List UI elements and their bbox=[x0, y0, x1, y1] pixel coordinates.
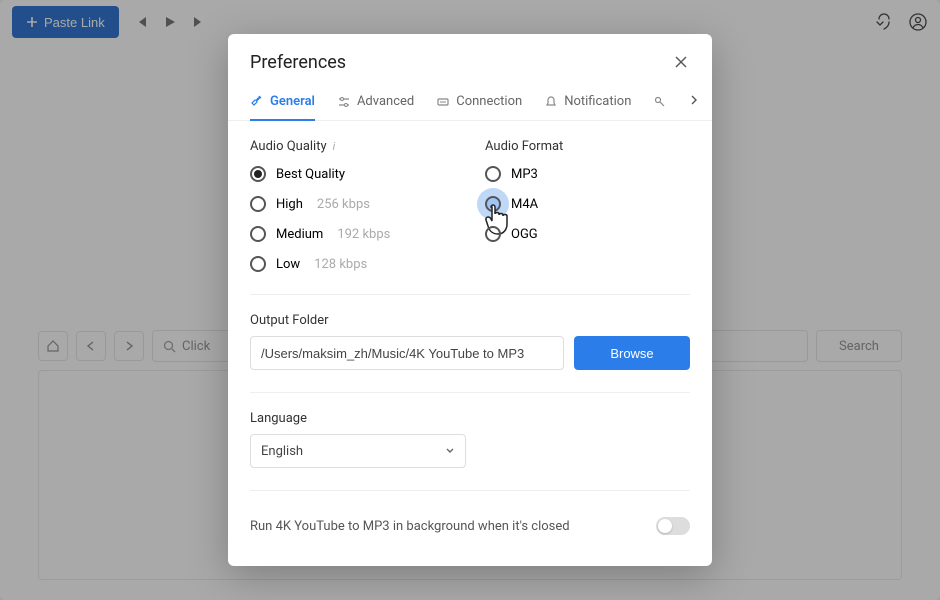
radio-icon bbox=[485, 226, 501, 242]
radio-icon bbox=[250, 196, 266, 212]
tabs-scroll-right-icon[interactable] bbox=[689, 95, 699, 109]
radio-icon bbox=[485, 166, 501, 182]
language-select[interactable]: English bbox=[250, 434, 466, 468]
radio-m4a[interactable]: M4A bbox=[485, 196, 690, 212]
close-icon[interactable] bbox=[674, 55, 690, 71]
sliders-icon bbox=[337, 95, 351, 109]
chevron-down-icon bbox=[445, 446, 455, 456]
tab-general[interactable]: General bbox=[250, 84, 315, 121]
audio-format-column: Audio Format MP3 M4A bbox=[485, 139, 690, 272]
modal-header: Preferences bbox=[228, 34, 712, 83]
radio-medium[interactable]: Medium 192 kbps bbox=[250, 226, 455, 242]
audio-format-options: MP3 M4A OGG bbox=[485, 166, 690, 242]
radio-icon bbox=[485, 196, 501, 212]
audio-format-label: Audio Format bbox=[485, 139, 690, 154]
toggle-run-background: Run 4K YouTube to MP3 in background when… bbox=[250, 509, 690, 543]
audio-section: Audio Quality i Best Quality High 256 kb… bbox=[250, 139, 690, 272]
app-window: Paste Link Click Search Preferences bbox=[0, 0, 940, 600]
radio-icon bbox=[250, 166, 266, 182]
audio-quality-options: Best Quality High 256 kbps Medium 192 kb… bbox=[250, 166, 455, 272]
modal-body: Audio Quality i Best Quality High 256 kb… bbox=[228, 121, 712, 543]
language-label: Language bbox=[250, 411, 690, 426]
tab-advanced[interactable]: Advanced bbox=[337, 83, 414, 120]
tabs: General Advanced Connection Notification bbox=[228, 83, 712, 121]
output-folder-section: Output Folder Browse bbox=[250, 313, 690, 370]
info-icon[interactable]: i bbox=[333, 140, 336, 153]
tab-more[interactable] bbox=[653, 83, 667, 120]
divider bbox=[250, 294, 690, 295]
divider bbox=[250, 392, 690, 393]
output-folder-input[interactable] bbox=[250, 336, 564, 370]
modal-title: Preferences bbox=[250, 52, 346, 73]
audio-quality-label: Audio Quality i bbox=[250, 139, 455, 154]
output-folder-label: Output Folder bbox=[250, 313, 690, 328]
tab-connection[interactable]: Connection bbox=[436, 83, 522, 120]
radio-ogg[interactable]: OGG bbox=[485, 226, 690, 242]
radio-icon bbox=[250, 256, 266, 272]
radio-mp3[interactable]: MP3 bbox=[485, 166, 690, 182]
key-icon bbox=[653, 95, 667, 109]
preferences-modal: Preferences General Advanced Connection … bbox=[228, 34, 712, 566]
bell-icon bbox=[544, 95, 558, 109]
output-folder-row: Browse bbox=[250, 336, 690, 370]
audio-quality-column: Audio Quality i Best Quality High 256 kb… bbox=[250, 139, 455, 272]
radio-best-quality[interactable]: Best Quality bbox=[250, 166, 455, 182]
language-section: Language English bbox=[250, 411, 690, 468]
connection-icon bbox=[436, 95, 450, 109]
radio-low[interactable]: Low 128 kbps bbox=[250, 256, 455, 272]
radio-high[interactable]: High 256 kbps bbox=[250, 196, 455, 212]
wrench-icon bbox=[250, 94, 264, 108]
toggle-switch[interactable] bbox=[656, 517, 690, 535]
divider bbox=[250, 490, 690, 491]
tab-notification[interactable]: Notification bbox=[544, 83, 631, 120]
radio-icon bbox=[250, 226, 266, 242]
browse-button[interactable]: Browse bbox=[574, 336, 690, 370]
